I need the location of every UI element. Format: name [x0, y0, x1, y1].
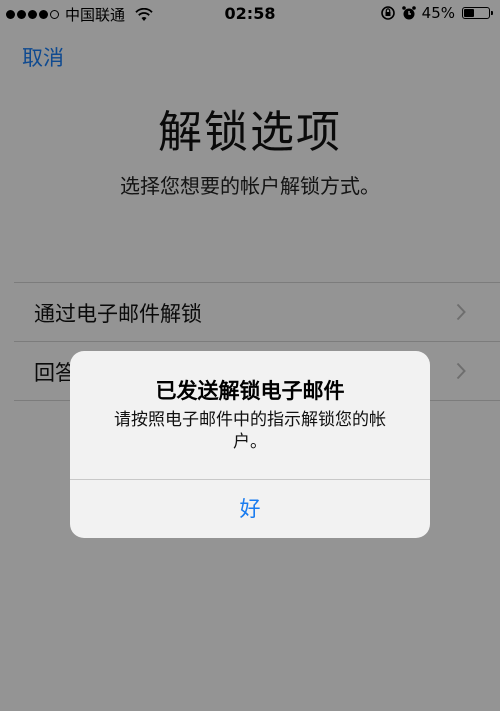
unlock-options-screen: 中国联通 02:58 45% 取消 解锁选项 选择您想要的帐户解锁方式。 通过电… [0, 0, 500, 711]
alert-dialog: 已发送解锁电子邮件 请按照电子邮件中的指示解锁您的帐户。 好 [70, 351, 430, 538]
alert-title: 已发送解锁电子邮件 [155, 379, 345, 403]
alert-message: 请按照电子邮件中的指示解锁您的帐户。 [114, 410, 386, 452]
ok-button[interactable]: 好 [70, 480, 430, 538]
